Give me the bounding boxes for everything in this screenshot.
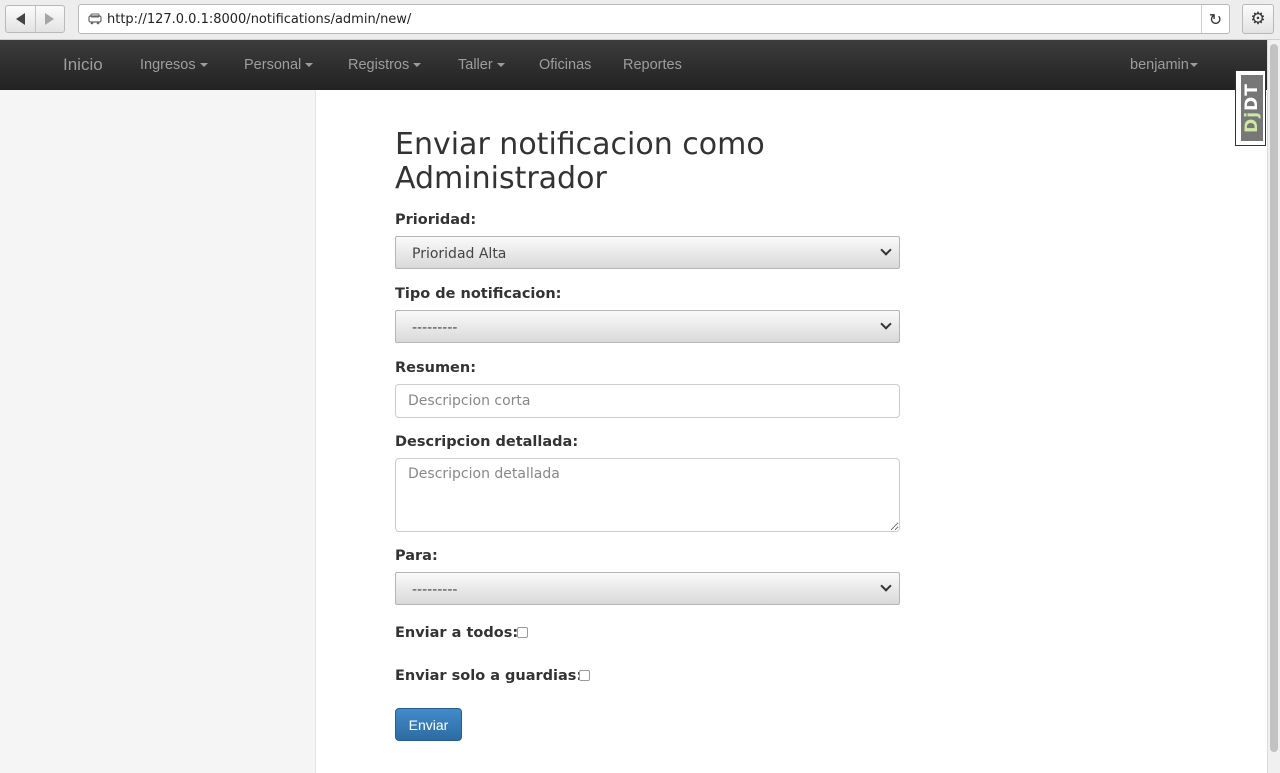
address-bar[interactable]: http://127.0.0.1:8000/notifications/admi… xyxy=(78,4,1230,34)
djdt-dj-text: Dj xyxy=(1242,110,1263,133)
descripcion-textarea[interactable] xyxy=(395,458,900,532)
prioridad-select[interactable]: Prioridad Alta xyxy=(395,236,900,269)
forward-button[interactable] xyxy=(34,6,64,32)
enviar-todos-label: Enviar a todos: xyxy=(395,625,519,641)
prioridad-value: Prioridad Alta xyxy=(412,246,507,262)
nav-registros[interactable]: Registros xyxy=(348,57,422,73)
top-navbar: Inicio Ingresos Personal Registros Talle… xyxy=(0,40,1267,90)
resumen-input[interactable] xyxy=(395,384,900,418)
page-icon xyxy=(88,13,102,25)
nav-ingresos[interactable]: Ingresos xyxy=(140,57,208,73)
nav-personal-label: Personal xyxy=(244,57,302,73)
caret-down-icon xyxy=(305,63,314,68)
page-title: Enviar notificacion como Administrador xyxy=(395,127,765,196)
caret-down-icon xyxy=(413,63,422,68)
enviar-button[interactable]: Enviar xyxy=(395,708,462,741)
history-nav xyxy=(5,5,65,33)
browser-toolbar: http://127.0.0.1:8000/notifications/admi… xyxy=(0,0,1280,40)
para-label: Para: xyxy=(395,548,438,564)
page-scrollbar[interactable] xyxy=(1267,40,1280,773)
enviar-guardias-checkbox[interactable] xyxy=(579,670,590,681)
enviar-todos-checkbox[interactable] xyxy=(517,627,528,638)
debug-toolbar-handle[interactable]: DjDT xyxy=(1235,70,1266,146)
caret-down-icon xyxy=(496,63,505,68)
user-name: benjamin xyxy=(1130,57,1189,73)
nav-taller[interactable]: Taller xyxy=(458,57,505,73)
nav-personal[interactable]: Personal xyxy=(244,57,314,73)
reload-icon[interactable]: ↻ xyxy=(1201,5,1229,33)
descripcion-label: Descripcion detallada: xyxy=(395,434,579,450)
nav-oficinas[interactable]: Oficinas xyxy=(539,57,591,73)
tipo-label: Tipo de notificacion: xyxy=(395,286,562,302)
sidebar xyxy=(0,90,316,773)
nav-taller-label: Taller xyxy=(458,57,493,73)
chevron-down-icon xyxy=(880,244,892,256)
nav-reportes[interactable]: Reportes xyxy=(623,57,682,73)
chevron-down-icon xyxy=(880,318,892,330)
user-menu[interactable]: benjamin xyxy=(1130,57,1198,73)
url-text: http://127.0.0.1:8000/notifications/admi… xyxy=(107,12,412,27)
chevron-down-icon xyxy=(880,580,892,592)
back-arrow-icon xyxy=(15,13,25,25)
scrollbar-thumb[interactable] xyxy=(1270,44,1278,752)
nav-registros-label: Registros xyxy=(348,57,410,73)
djdt-dt-text: DT xyxy=(1242,83,1263,111)
para-value: --------- xyxy=(412,582,458,598)
caret-down-icon xyxy=(199,63,208,68)
forward-arrow-icon xyxy=(45,13,55,25)
nav-ingresos-label: Ingresos xyxy=(140,57,196,73)
back-button[interactable] xyxy=(6,6,35,32)
resumen-label: Resumen: xyxy=(395,360,477,376)
para-select[interactable]: --------- xyxy=(395,572,900,605)
enviar-guardias-label: Enviar solo a guardias: xyxy=(395,668,583,684)
djdt-logo-icon: DjDT xyxy=(1241,75,1263,141)
brand-link[interactable]: Inicio xyxy=(63,55,103,75)
settings-gear-icon[interactable]: ⚙ xyxy=(1242,4,1274,34)
tipo-select[interactable]: --------- xyxy=(395,310,900,343)
prioridad-label: Prioridad: xyxy=(395,212,477,228)
caret-down-icon xyxy=(1189,63,1198,68)
tipo-value: --------- xyxy=(412,320,458,336)
